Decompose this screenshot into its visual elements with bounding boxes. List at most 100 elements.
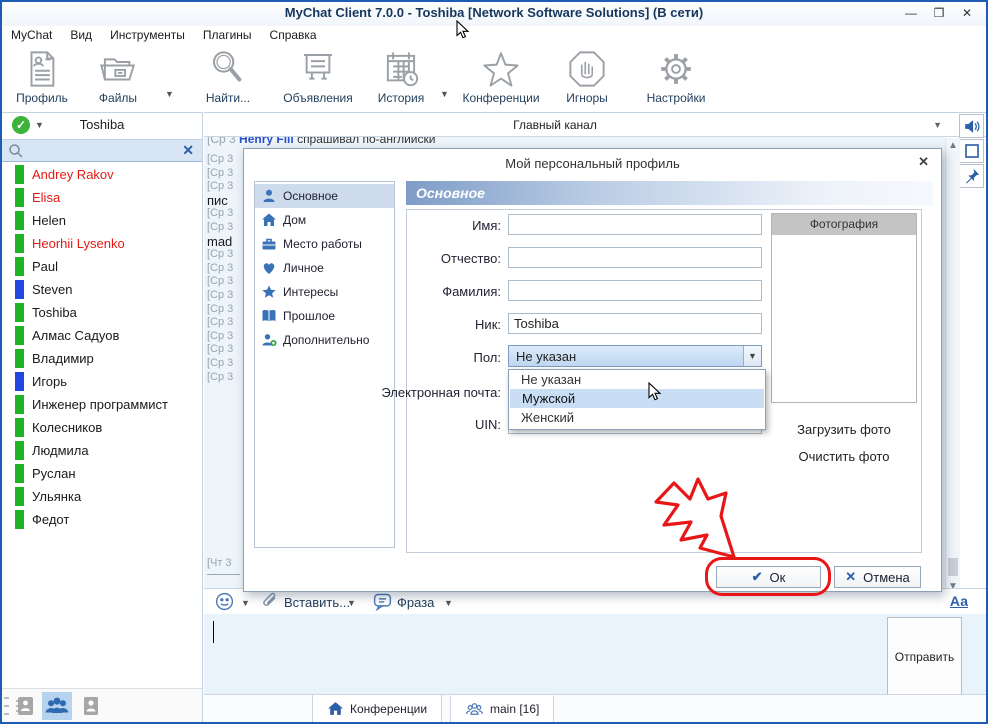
dropdown-option-highlighted[interactable]: Мужской <box>510 389 764 408</box>
contact-item[interactable]: Elisa <box>2 186 202 209</box>
menu-item[interactable]: Плагины <box>194 26 261 42</box>
status-bar <box>15 188 24 207</box>
gender-combobox[interactable]: Не указан ▼ <box>508 345 762 367</box>
contact-name: Steven <box>32 282 72 297</box>
x-icon: ✕ <box>845 569 856 585</box>
nick-input[interactable] <box>508 313 762 334</box>
contact-item[interactable]: Колесников <box>2 416 202 439</box>
app-window: MyChat Client 7.0.0 - Toshiba [Network S… <box>0 0 988 724</box>
upload-photo-link[interactable]: Загрузить фото <box>771 422 917 437</box>
pin-button[interactable] <box>959 164 984 188</box>
toolbar-search-button[interactable]: Найти... <box>192 48 264 105</box>
contacts-view-icon[interactable] <box>42 692 72 720</box>
attach-button[interactable] <box>260 591 280 616</box>
window-mode-button[interactable] <box>959 139 984 163</box>
grip-icon[interactable] <box>4 697 9 715</box>
toolbar-label: Игноры <box>554 91 620 105</box>
status-bar <box>15 418 24 437</box>
contact-item[interactable]: Игорь <box>2 370 202 393</box>
close-button[interactable]: ✕ <box>954 4 980 23</box>
tab-conferences[interactable]: Конференции <box>312 695 442 722</box>
contact-item[interactable]: Владимир <box>2 347 202 370</box>
surname-input[interactable] <box>508 280 762 301</box>
send-button[interactable]: Отправить <box>887 617 962 697</box>
contact-list: Andrey RakovElisaHelenHeorhii LysenkoPau… <box>2 163 202 687</box>
chat-line-fragment: [Ср 3 <box>207 316 243 330</box>
tab-main-channel[interactable]: main [16] <box>450 695 554 722</box>
contact-item[interactable]: Ульянка <box>2 485 202 508</box>
contact-item[interactable]: Heorhii Lysenko <box>2 232 202 255</box>
menu-item[interactable]: Вид <box>61 26 101 42</box>
contact-item[interactable]: Руслан <box>2 462 202 485</box>
contact-name: Алмас Садуов <box>32 328 119 343</box>
chat-line-fragment: [Ср 3 <box>207 289 243 303</box>
nav-item-general[interactable]: Основное <box>255 184 394 208</box>
combo-dropdown-icon[interactable]: ▼ <box>743 346 761 366</box>
title-bar[interactable]: MyChat Client 7.0.0 - Toshiba [Network S… <box>2 2 986 26</box>
toolbar-conferences-button[interactable]: Конференции <box>457 48 545 105</box>
toolbar-history-button[interactable]: История <box>370 48 432 105</box>
status-bar <box>15 372 24 391</box>
contact-item[interactable]: Федот <box>2 508 202 531</box>
insert-label[interactable]: Вставить... <box>284 595 350 610</box>
contact-item[interactable]: Andrey Rakov <box>2 163 202 186</box>
clear-photo-link[interactable]: Очистить фото <box>771 449 917 464</box>
toolbar-announcements-button[interactable]: Объявления <box>272 48 364 105</box>
contact-item[interactable]: Paul <box>2 255 202 278</box>
gender-value: Не указан <box>516 349 576 364</box>
cancel-button[interactable]: ✕ Отмена <box>834 566 921 588</box>
maximize-button[interactable]: ❒ <box>926 4 952 23</box>
contact-search-bar[interactable]: ✕ <box>2 139 202 162</box>
scroll-up-icon[interactable]: ▲ <box>946 140 960 151</box>
nav-label: Место работы <box>283 237 362 251</box>
clear-search-icon[interactable]: ✕ <box>182 142 194 159</box>
toolbar-profile-button[interactable]: Профиль <box>10 48 74 105</box>
phrase-label[interactable]: Фраза <box>397 595 434 610</box>
toolbar-label: Профиль <box>10 91 74 105</box>
dropdown-option[interactable]: Женский <box>509 408 765 427</box>
person-plus-icon <box>261 332 277 348</box>
search-icon <box>8 143 24 159</box>
chat-line-fragment: [Ср 3 <box>207 343 243 357</box>
menu-item[interactable]: Инструменты <box>101 26 194 42</box>
book-icon <box>261 308 277 324</box>
middlename-input[interactable] <box>508 247 762 268</box>
address-book-icon[interactable] <box>10 692 40 720</box>
font-settings-link[interactable]: Аа <box>950 593 968 609</box>
user-card-icon[interactable] <box>76 692 106 720</box>
channel-dropdown-caret-icon[interactable]: ▼ <box>933 120 942 130</box>
scrollbar-thumb[interactable] <box>948 558 958 576</box>
chat-line-fragment: [Ср 3 <box>207 303 243 317</box>
contact-item[interactable]: Людмила <box>2 439 202 462</box>
toolbar-label: Файлы <box>84 91 152 105</box>
insert-caret-icon[interactable]: ▼ <box>347 598 356 608</box>
contact-item[interactable]: Helen <box>2 209 202 232</box>
smiley-caret-icon[interactable]: ▼ <box>241 598 250 608</box>
contact-item[interactable]: Steven <box>2 278 202 301</box>
contact-item[interactable]: Алмас Садуов <box>2 324 202 347</box>
message-input[interactable] <box>204 614 986 694</box>
channel-header[interactable]: Главный канал ▼ <box>204 113 986 137</box>
menu-item[interactable]: MyChat <box>2 26 61 42</box>
name-input[interactable] <box>508 214 762 235</box>
star-icon <box>480 48 522 90</box>
chat-line-fragment: [Ср 3 <box>207 153 243 167</box>
chat-line-fragment: [Ср 3 <box>207 330 243 344</box>
contact-item[interactable]: Toshiba <box>2 301 202 324</box>
sound-button[interactable] <box>959 114 984 138</box>
nav-label: Прошлое <box>283 309 335 323</box>
status-bar <box>15 234 24 253</box>
profile-dialog: Мой персональный профиль ✕ Основное Дом … <box>243 148 942 592</box>
menu-item[interactable]: Справка <box>261 26 326 42</box>
text-caret <box>213 621 214 643</box>
minimize-button[interactable]: — <box>898 4 924 23</box>
toolbar-files-button[interactable]: Файлы <box>84 48 152 105</box>
dropdown-option[interactable]: Не указан <box>509 370 765 389</box>
toolbar-ignores-button[interactable]: Игноры <box>554 48 620 105</box>
contact-item[interactable]: Инженер программист <box>2 393 202 416</box>
files-dropdown-caret-icon[interactable]: ▼ <box>165 89 174 99</box>
phrase-caret-icon[interactable]: ▼ <box>444 598 453 608</box>
dialog-close-icon[interactable]: ✕ <box>918 154 929 170</box>
toolbar-settings-button[interactable]: Настройки <box>638 48 714 105</box>
history-dropdown-caret-icon[interactable]: ▼ <box>440 89 449 99</box>
